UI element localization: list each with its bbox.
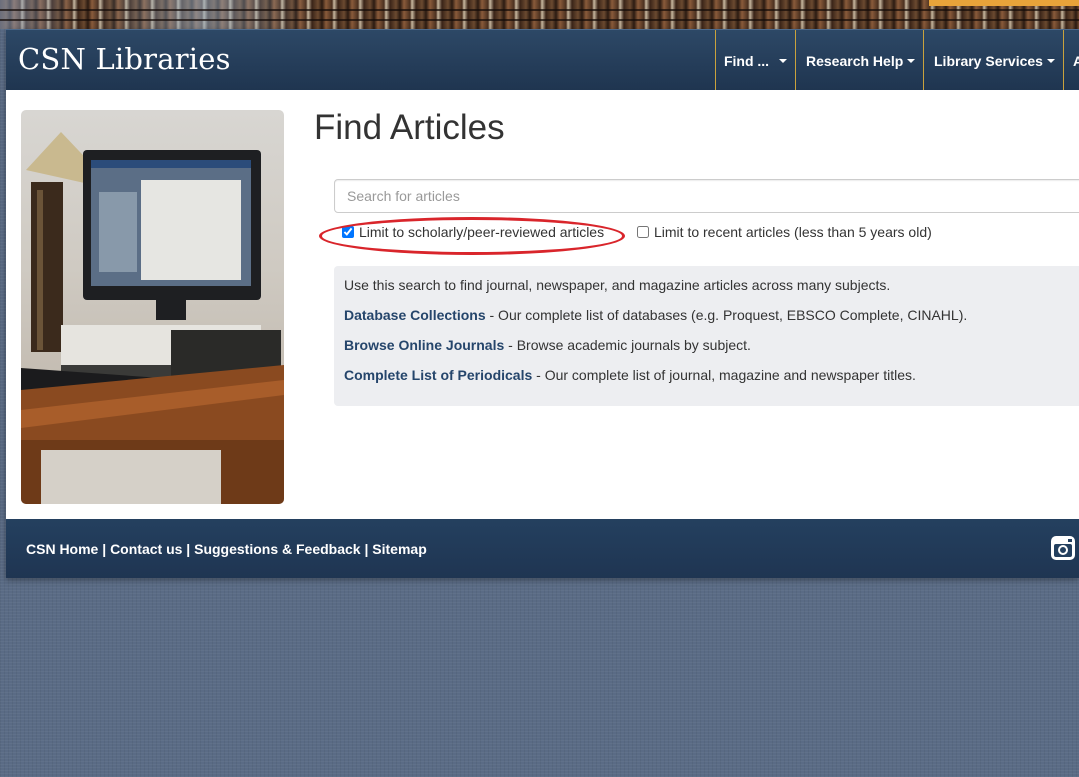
page-title: Find Articles [314,108,505,147]
footer-contact-link[interactable]: Contact us [110,541,182,557]
caret-down-icon [907,58,916,63]
site-brand[interactable]: CSN Libraries [18,42,231,76]
caret-down-icon [779,58,788,63]
info-item: Complete List of Periodicals - Our compl… [344,366,1079,396]
complete-list-periodicals-link[interactable]: Complete List of Periodicals [344,367,532,383]
main-content: Find Articles Limit to scholarly/peer-re… [6,90,1079,519]
article-search-input[interactable] [334,179,1079,213]
scholarly-label: Limit to scholarly/peer-reviewed article… [359,224,605,240]
instagram-icon[interactable] [1051,536,1075,560]
info-item: Browse Online Journals - Browse academic… [344,336,1079,366]
footer: CSN Home | Contact us | Suggestions & Fe… [6,519,1079,578]
browse-online-journals-link[interactable]: Browse Online Journals [344,337,504,353]
info-item-desc: - Our complete list of databases (e.g. P… [485,307,968,323]
nav-find-label: Find ... [723,52,770,69]
nav-research-help-label: Research Help [806,52,904,69]
footer-csn-home-link[interactable]: CSN Home [26,541,98,557]
footer-links: CSN Home | Contact us | Suggestions & Fe… [26,541,427,557]
nav-find-dropdown[interactable]: Find ... [715,30,795,91]
info-item-desc: - Our complete list of journal, magazine… [532,367,916,383]
footer-separator: | [360,541,373,557]
computer-desk-photo [21,110,284,504]
info-item: Database Collections - Our complete list… [344,306,1079,336]
info-panel: Use this search to find journal, newspap… [334,266,1079,406]
footer-suggestions-link[interactable]: Suggestions & Feedback [194,541,360,557]
nav-research-help-dropdown[interactable]: Research Help [795,30,923,91]
navbar: CSN Libraries Find ... Research Help Lib… [6,29,1079,91]
scholarly-checkbox[interactable] [342,226,354,238]
nav-library-services-dropdown[interactable]: Library Services [923,30,1063,91]
header-banner-image [0,0,1079,29]
nav-library-services-label: Library Services [934,52,1043,69]
recent-label: Limit to recent articles (less than 5 ye… [654,224,932,240]
page-container: CSN Libraries Find ... Research Help Lib… [6,29,1079,578]
footer-separator: | [98,541,111,557]
nav-more-label: A [1073,53,1079,69]
caret-down-icon [1046,58,1055,63]
footer-sitemap-link[interactable]: Sitemap [372,541,426,557]
info-intro: Use this search to find journal, newspap… [344,277,891,293]
footer-separator: | [182,541,195,557]
database-collections-link[interactable]: Database Collections [344,307,486,323]
scholarly-filter-option[interactable]: Limit to scholarly/peer-reviewed article… [342,224,604,240]
info-item-desc: - Browse academic journals by subject. [504,337,751,353]
recent-filter-option[interactable]: Limit to recent articles (less than 5 ye… [637,224,932,240]
nav-more-item[interactable]: A [1063,30,1079,91]
recent-checkbox[interactable] [637,226,649,238]
nav-menu: Find ... Research Help Library Services … [715,30,1079,91]
